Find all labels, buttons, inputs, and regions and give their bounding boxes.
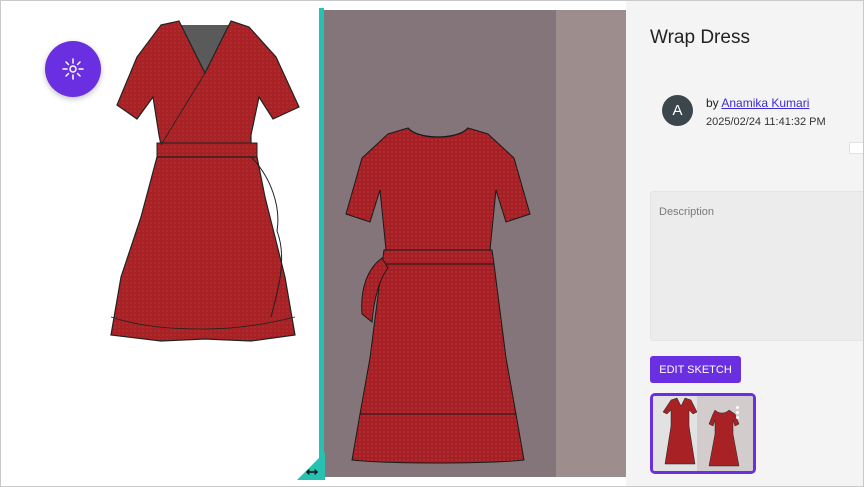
description-field[interactable]: Description [650,191,863,341]
render-canvas[interactable] [324,10,626,477]
design-thumbnail[interactable] [650,393,756,474]
more-vertical-icon[interactable] [736,406,740,421]
description-placeholder: Description [659,206,715,218]
design-title: Wrap Dress [650,27,750,48]
avatar: A [662,95,693,126]
rendered-dress-image [345,127,531,464]
render-image-area [324,10,556,477]
wrap-dress-sketch [110,20,300,342]
created-date: 2025/02/24 11:41:32 PM [706,116,826,128]
edit-sketch-button[interactable]: EDIT SKETCH [650,356,741,383]
by-prefix: by [706,96,719,110]
sparkle-icon [62,58,84,80]
author-link[interactable]: Anamika Kumari [721,96,809,110]
sketch-canvas[interactable] [1,1,321,486]
resize-horizontal-icon[interactable] [297,452,325,480]
ai-generate-button[interactable] [45,41,101,97]
panel-scroll-tab[interactable] [849,142,863,154]
compare-divider[interactable] [319,8,324,478]
author-line: by Anamika Kumari [706,96,809,110]
